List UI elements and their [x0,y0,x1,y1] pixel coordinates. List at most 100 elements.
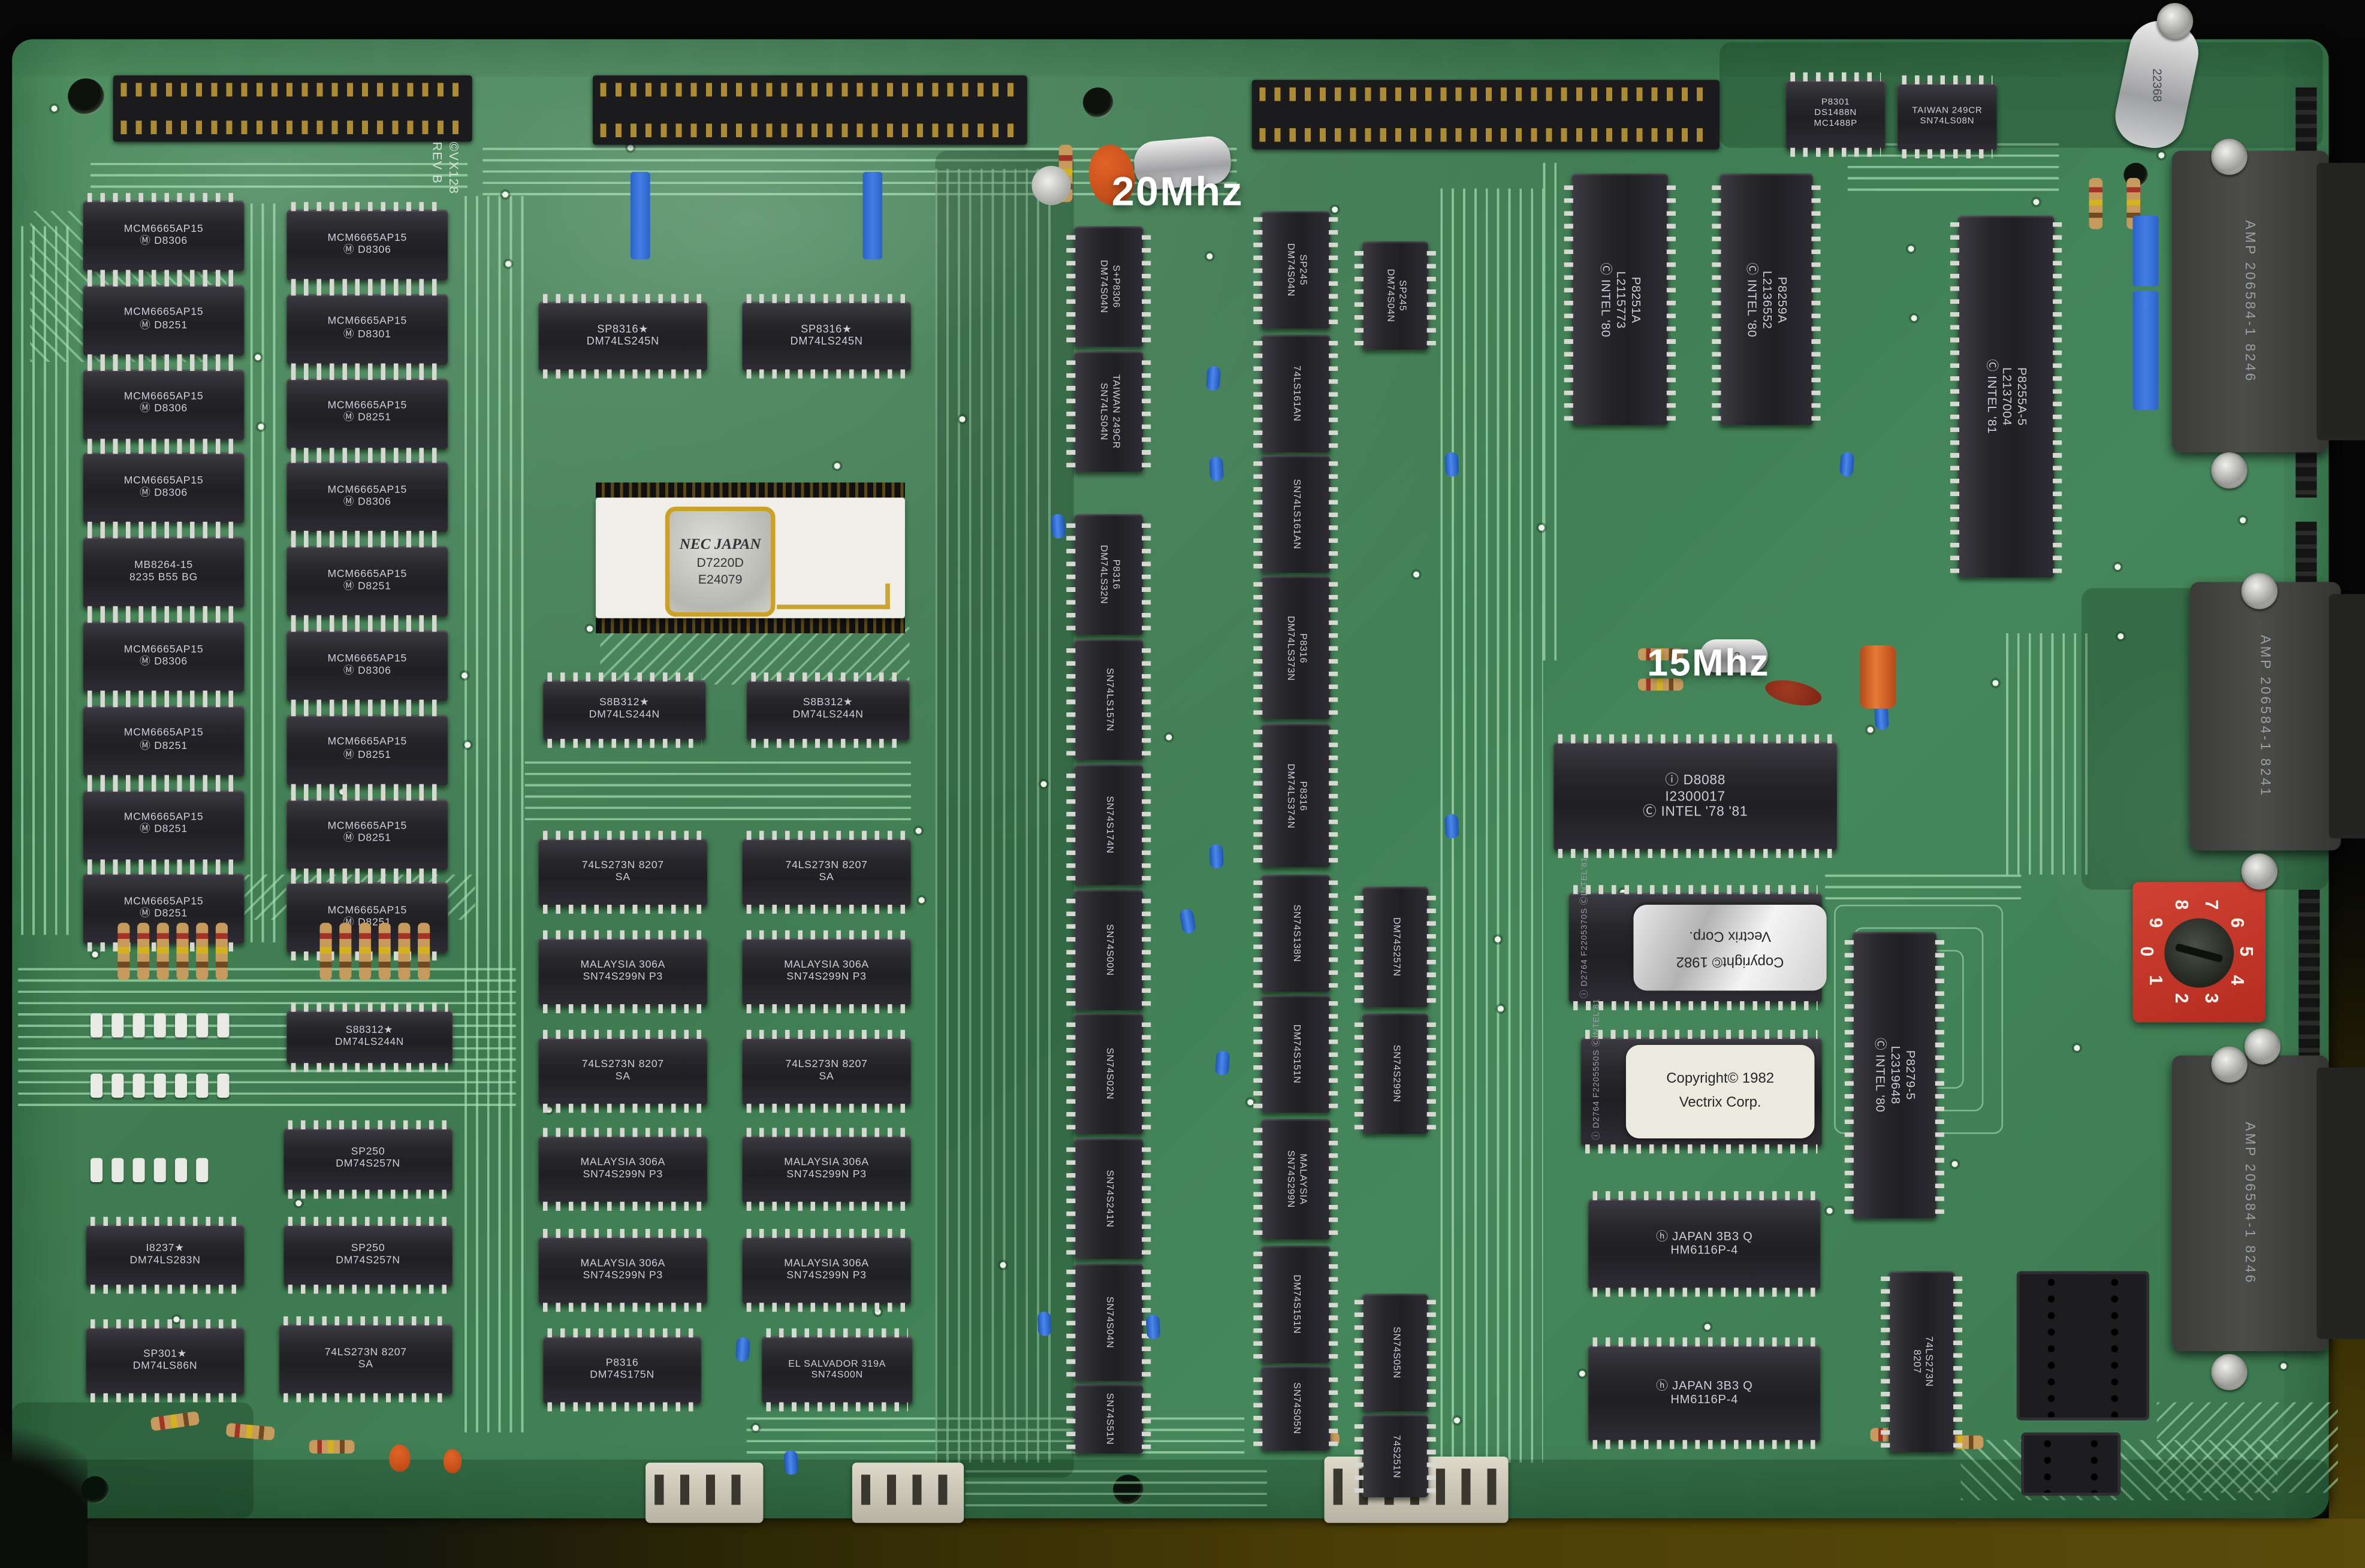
ic-label-line: MCM6665AP15 [124,308,204,321]
dram-chip: MCM6665AP15Ⓜ D8306 [83,369,244,440]
pin-row [747,1303,907,1312]
tantalum-capacitor [1444,452,1459,476]
ic-chip: 74LS273N 8207SA [742,838,911,906]
pin-row [543,1202,703,1211]
ic-label-line: DM74S04N [1284,243,1296,297]
tantalum-capacitor [1215,1050,1230,1075]
ic-label-line: SN74LS04N [1097,383,1109,440]
ic-label-line: MCM6665AP15 [327,569,407,582]
ic-label-line: S+P8306 [1109,265,1120,308]
ic-label: SN74S00N [1074,896,1144,1004]
ic-label-line: ⓘ D8088 [1665,772,1726,788]
ic-chip: SP301★DM74LS86N [86,1327,244,1395]
ic-label-line: Ⓒ INTEL '80 [1872,1038,1887,1113]
nec-socket-row [596,618,905,633]
ic-label-line: SA [616,1071,631,1084]
ic-label: MALAYSIA 306ASN74S299N P3 [541,1157,704,1182]
ic-label: S88312★DM74LS244N [289,1025,450,1049]
resistor [117,923,129,980]
ic-label-line: SN74S299N [1284,1150,1296,1208]
ic-label-line: DM74S257N [336,1159,400,1172]
ic-chip: TAIWAN 249CRSN74LS08N [1898,83,1997,150]
ic-label: SP250DM74S257N [286,1243,450,1268]
silkscreen-line: REV B [430,142,446,195]
ic-label: EL SALVADOR 319ASN74S00N [765,1358,910,1381]
ic-label: SP8316★DM74LS245N [541,324,704,349]
ic-label-line: DS1488N [1814,109,1857,120]
ic-label-line: MALAYSIA 306A [784,959,869,972]
ic-label-line: 74LS273N 8207 [582,860,664,872]
pin-row [543,1004,703,1013]
ic-label: MCM6665AP15Ⓜ D8251 [289,821,445,847]
ic-label: SN74S51N [1074,1390,1144,1448]
ic-label-line: Ⓜ D8306 [343,666,391,678]
board-photo: ©VX128 REV B NEC JAPAN D7220D E24079 Cop… [0,0,2365,1568]
resistor-network [2132,216,2158,286]
ic-label-line: 74LS273N 8207 [325,1347,407,1359]
tantalum-capacitor [1209,457,1224,481]
ic-chip-vertical: P8316DM74LS374N [1261,724,1331,867]
pin-header [113,75,472,142]
ic-label-line: Ⓜ D8251 [140,825,188,838]
ic-label-line: SN74LS157N [1103,668,1114,732]
pin-row [283,1393,448,1402]
ic-label-line: MALAYSIA 306A [580,959,665,972]
ic-label-line: MCM6665AP15 [124,223,204,236]
pin-row [1593,1440,1816,1449]
rotary-switch: 0123456789 [2132,882,2265,1022]
ic-label: MCM6665AP15Ⓜ D8306 [289,653,445,678]
ic-label-line: MB8264-15 [134,560,193,573]
pin-row [747,905,907,914]
ic-label: SP245DM74S04N [1362,247,1428,344]
pin-row [747,294,907,303]
ic-chip: SP250DM74S257N [283,1224,453,1286]
ic-label-line: TAIWAN 249CR [1912,106,1982,117]
ic-chip: SP250DM74S257N [283,1128,453,1191]
intel-chip: P8259AL2136552Ⓒ INTEL '80 [1720,173,1813,425]
ic-label-line: SN74S51N [1103,1393,1114,1445]
crystal-canned: 22368 [2110,16,2204,154]
ic-chip: SP8316★DM74LS245N [742,301,911,371]
resistor [2089,178,2102,229]
solder-jumper-row [91,1013,230,1037]
pin-row [291,791,444,800]
ic-label-line: DM74LS244N [335,1037,404,1049]
screw [2157,3,2193,39]
intel-chip: P8251AL2115773Ⓒ INTEL '80 [1571,173,1668,425]
ic-chip-vertical: 74S251N [1362,1415,1428,1497]
ic-label-line: SP301★ [143,1348,187,1361]
sticker-line: Vectrix Corp. [1679,1092,1761,1116]
ic-label: MCM6665AP15Ⓜ D8306 [86,223,241,249]
amp-connector-label: AMP 206584-1 8246 [2243,1122,2258,1285]
ic-label-line: Ⓜ D8251 [140,320,188,333]
ic-label: MCM6665AP15Ⓜ D8251 [86,729,241,754]
ic-label: SN74S05N [1362,1300,1428,1405]
resistor [339,923,351,980]
ic-label: S8B312★DM74LS244N [546,698,703,723]
tantalum-capacitor [735,1337,750,1362]
ic-label-line: MCM6665AP15 [124,896,204,909]
pin-row [1902,149,1992,158]
pin-row [291,875,444,884]
amp-connector: AMP 206584-1 8246 [2172,151,2329,452]
ic-chip-vertical: DM74S151N [1261,995,1331,1113]
resistor [309,1440,354,1454]
resistor [157,923,169,980]
ic-label: DM74S151N [1261,1001,1331,1107]
pin-row [291,707,444,716]
sticker-line: Copyright© 1982 [1666,1067,1774,1092]
ic-chip-vertical: SP245DM74S04N [1261,211,1331,328]
pin-row [88,361,240,370]
gold-trace [777,584,890,609]
ic-label-line: P8301 [1821,99,1850,110]
ic-label-line: P8316 [1109,560,1120,590]
ic-chip-vertical: SN74S299N [1362,1013,1428,1134]
ic-label-line: SN74S299N P3 [583,1170,663,1182]
pin-row [543,831,703,840]
ic-chip: 74LS273N 8207SA [538,1037,707,1105]
ic-label: 74LS273N 8207SA [745,1059,908,1084]
ic-label-line: MCM6665AP15 [327,485,407,497]
pin-row [88,782,240,791]
eprom-side-label: ⓘ D2764 F2205370S ⒸINTEL'81 [1577,857,1589,998]
resistor [359,923,371,980]
